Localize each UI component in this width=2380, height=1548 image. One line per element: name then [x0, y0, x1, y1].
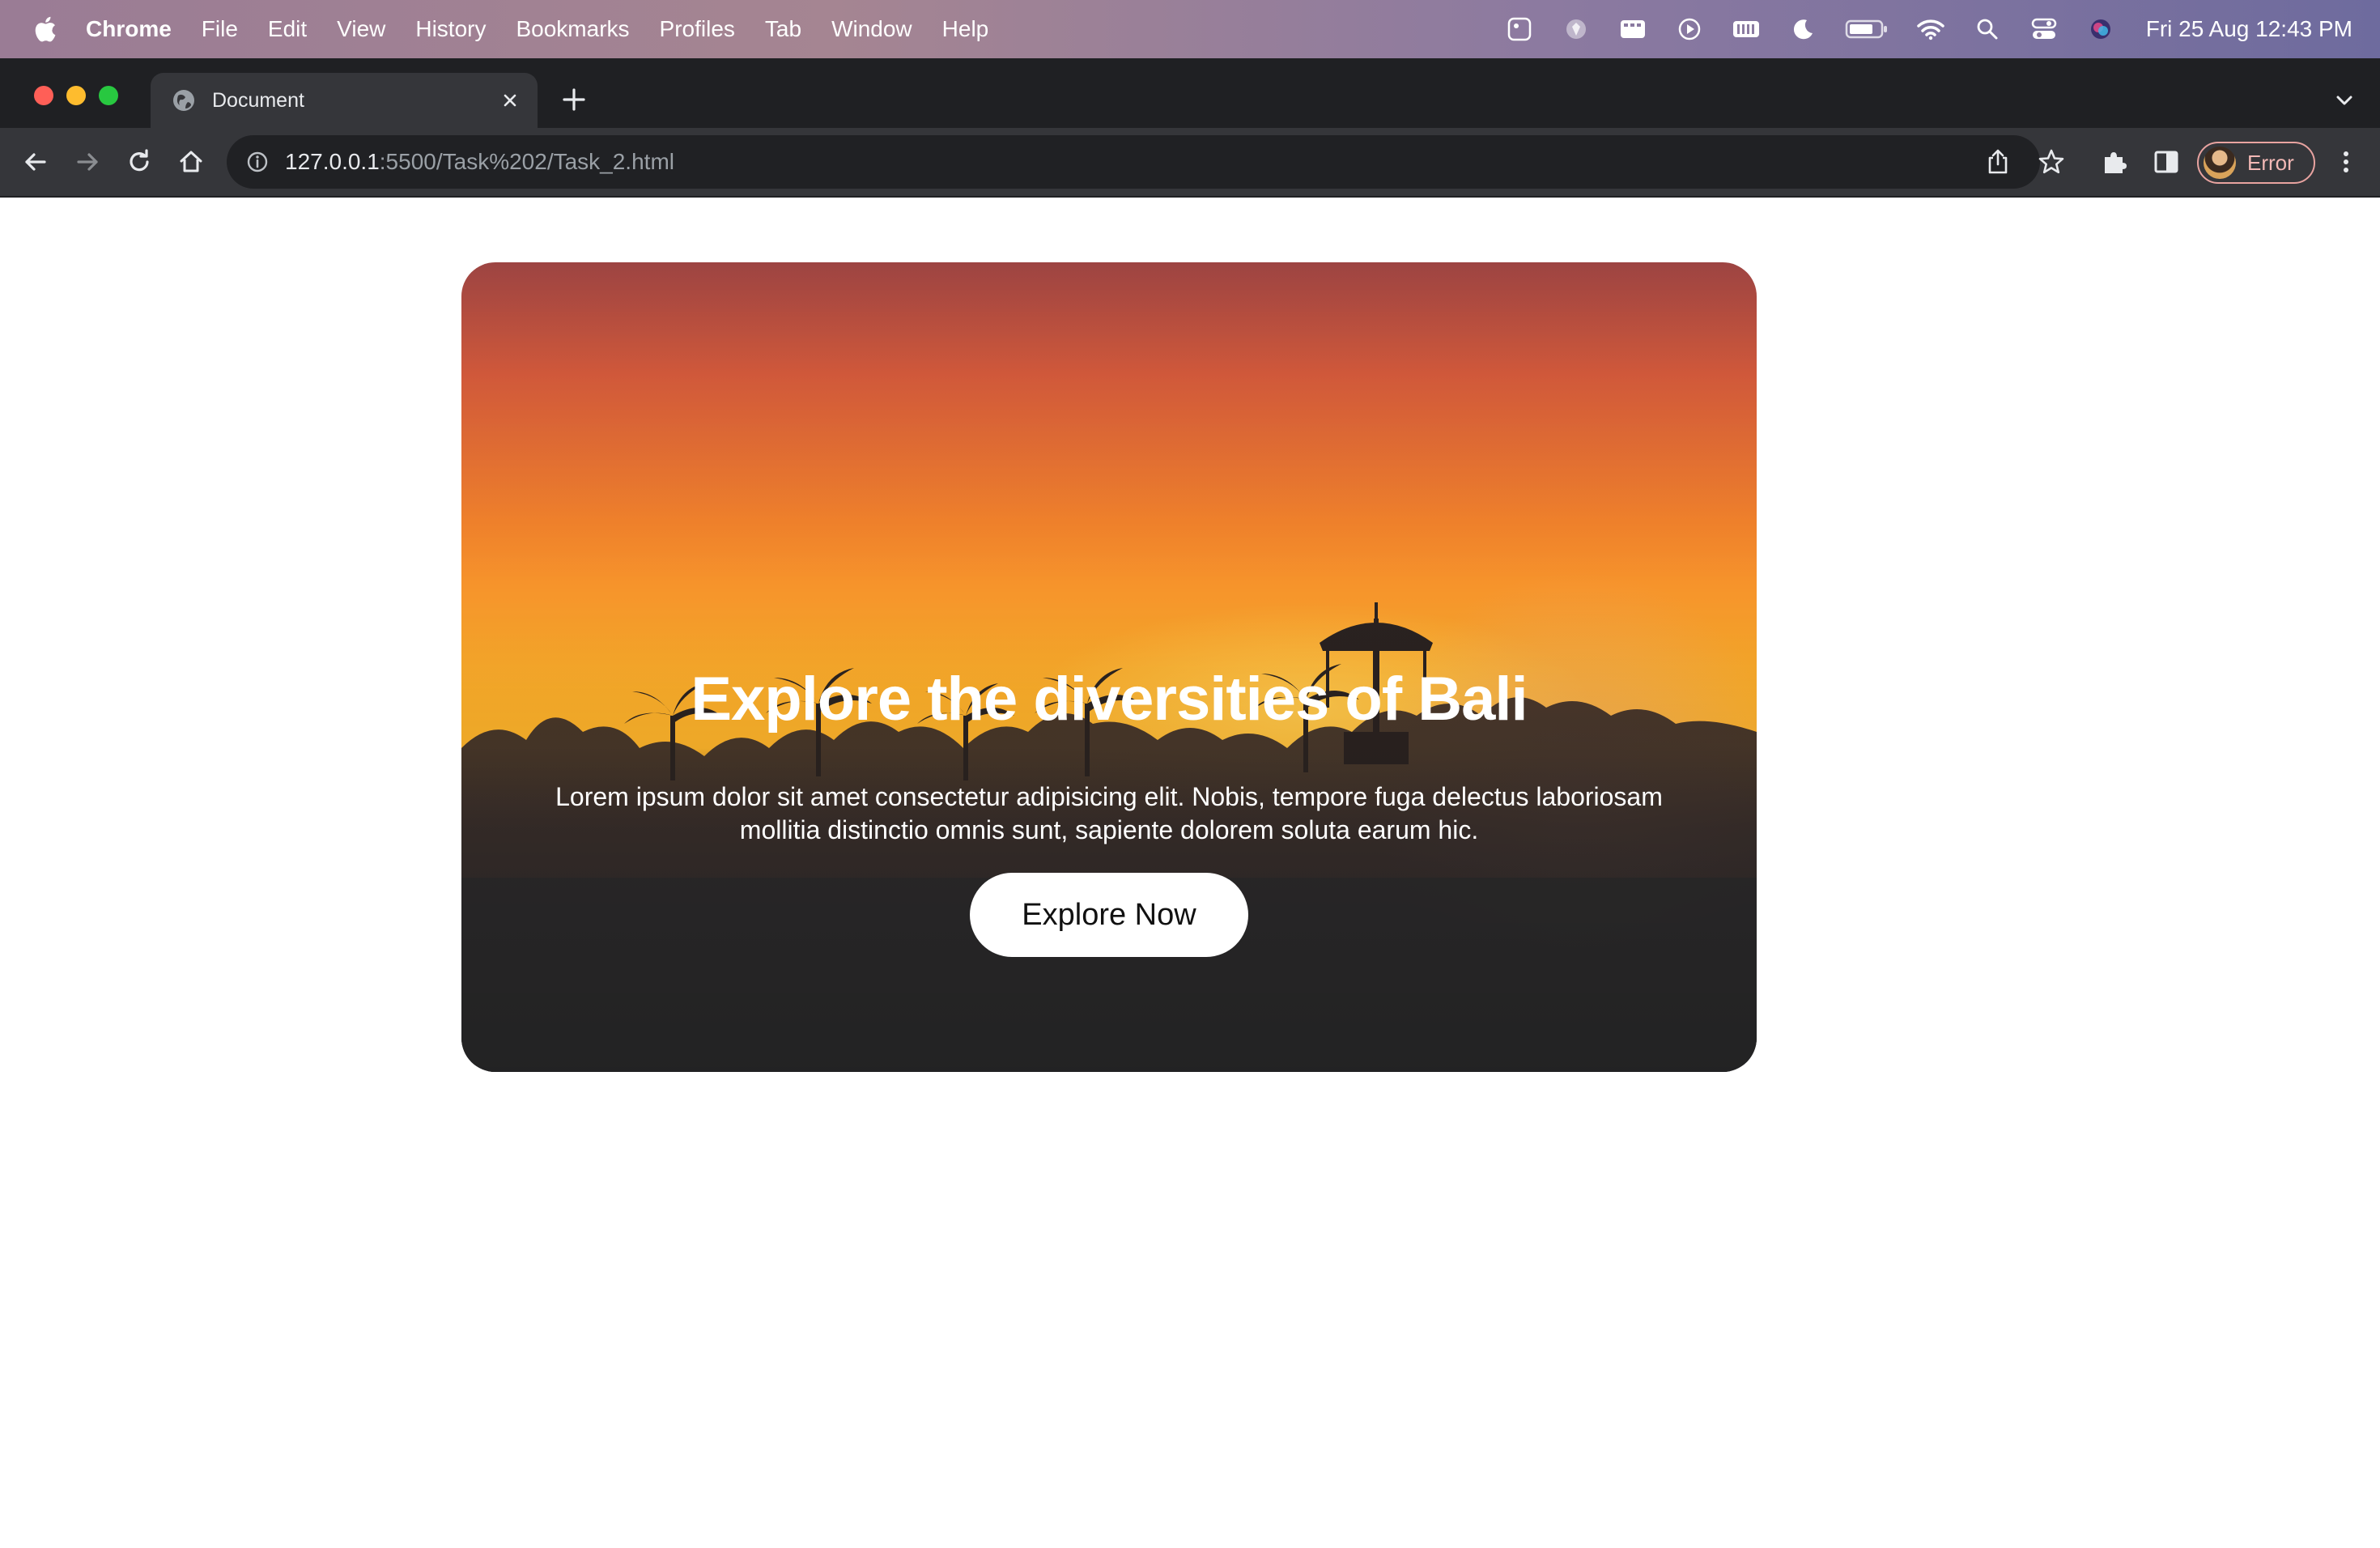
arrow-left-icon: [25, 153, 46, 171]
menu-app-chrome[interactable]: Chrome: [86, 16, 172, 42]
menu-window[interactable]: Window: [831, 16, 912, 42]
wifi-icon[interactable]: [1916, 15, 1945, 44]
bookmark-star-icon[interactable]: [2037, 147, 2066, 176]
macos-menu-bar: Chrome File Edit View History Bookmarks …: [0, 0, 2380, 58]
home-icon: [180, 151, 202, 172]
menu-profiles[interactable]: Profiles: [660, 16, 735, 42]
explore-now-button[interactable]: Explore Now: [970, 873, 1248, 957]
reload-button[interactable]: [123, 146, 155, 178]
tab-title: Document: [212, 88, 304, 112]
close-icon[interactable]: [499, 89, 521, 112]
menu-bookmarks[interactable]: Bookmarks: [516, 16, 629, 42]
focus-moon-icon[interactable]: [1788, 15, 1817, 44]
menu-bar-status-area: Fri 25 Aug 12:43 PM: [1477, 0, 2352, 58]
hero-title: Explore the diversities of Bali: [691, 665, 1528, 734]
menu-bar-clock[interactable]: Fri 25 Aug 12:43 PM: [2146, 16, 2352, 42]
menu-tab[interactable]: Tab: [765, 16, 801, 42]
reload-icon: [130, 149, 149, 172]
screen-capture-icon[interactable]: [1505, 15, 1534, 44]
siri-icon[interactable]: [2086, 15, 2115, 44]
menu-edit[interactable]: Edit: [268, 16, 307, 42]
control-center-icon[interactable]: [2029, 15, 2059, 44]
arrow-right-icon: [77, 153, 98, 171]
profile-status-label: Error: [2247, 150, 2294, 175]
forward-button[interactable]: [71, 146, 104, 178]
battery-icon[interactable]: [1845, 15, 1889, 44]
browser-tab-active[interactable]: Document: [151, 73, 538, 128]
window-close-button[interactable]: [34, 86, 53, 105]
privacy-extension-icon[interactable]: [1562, 15, 1591, 44]
url-host: 127.0.0.1: [285, 149, 380, 174]
url-text: 127.0.0.1:5500/Task%202/Task_2.html: [285, 149, 674, 175]
play-circle-icon[interactable]: [1675, 15, 1704, 44]
more-options-kebab-icon[interactable]: [2331, 147, 2361, 176]
spotlight-search-icon[interactable]: [1973, 15, 2002, 44]
site-info-icon[interactable]: [246, 151, 269, 173]
tab-search-chevron-down-icon[interactable]: [2333, 89, 2356, 112]
back-button[interactable]: [19, 146, 52, 178]
new-tab-plus-icon[interactable]: [560, 86, 588, 113]
window-zoom-button[interactable]: [99, 86, 118, 105]
clapper-app-icon[interactable]: [1618, 15, 1647, 44]
url-path: :5500/Task%202/Task_2.html: [379, 149, 674, 174]
menu-file[interactable]: File: [202, 16, 238, 42]
menu-view[interactable]: View: [337, 16, 385, 42]
side-panel-icon[interactable]: [2152, 147, 2181, 176]
globe-icon: [173, 90, 194, 111]
menu-help[interactable]: Help: [942, 16, 989, 42]
extensions-puzzle-icon[interactable]: [2100, 147, 2129, 176]
hero-description-line-1: Lorem ipsum dolor sit amet consectetur a…: [555, 782, 1663, 811]
menu-history[interactable]: History: [415, 16, 486, 42]
avatar: [2204, 147, 2236, 179]
home-button[interactable]: [175, 146, 207, 178]
window-minimize-button[interactable]: [66, 86, 86, 105]
hero-description-line-2: mollitia distinctio omnis sunt, sapiente…: [739, 815, 1479, 844]
profile-error-button[interactable]: Error: [2197, 142, 2315, 184]
share-icon[interactable]: [1983, 147, 2012, 176]
hero-card: Explore the diversities of Bali Lorem ip…: [461, 262, 1757, 1072]
address-bar[interactable]: 127.0.0.1:5500/Task%202/Task_2.html: [227, 135, 2040, 189]
apple-menu-icon[interactable]: [32, 15, 57, 43]
hero-description: Lorem ipsum dolor sit amet consectetur a…: [510, 780, 1708, 847]
memory-meter-icon[interactable]: [1732, 15, 1761, 44]
